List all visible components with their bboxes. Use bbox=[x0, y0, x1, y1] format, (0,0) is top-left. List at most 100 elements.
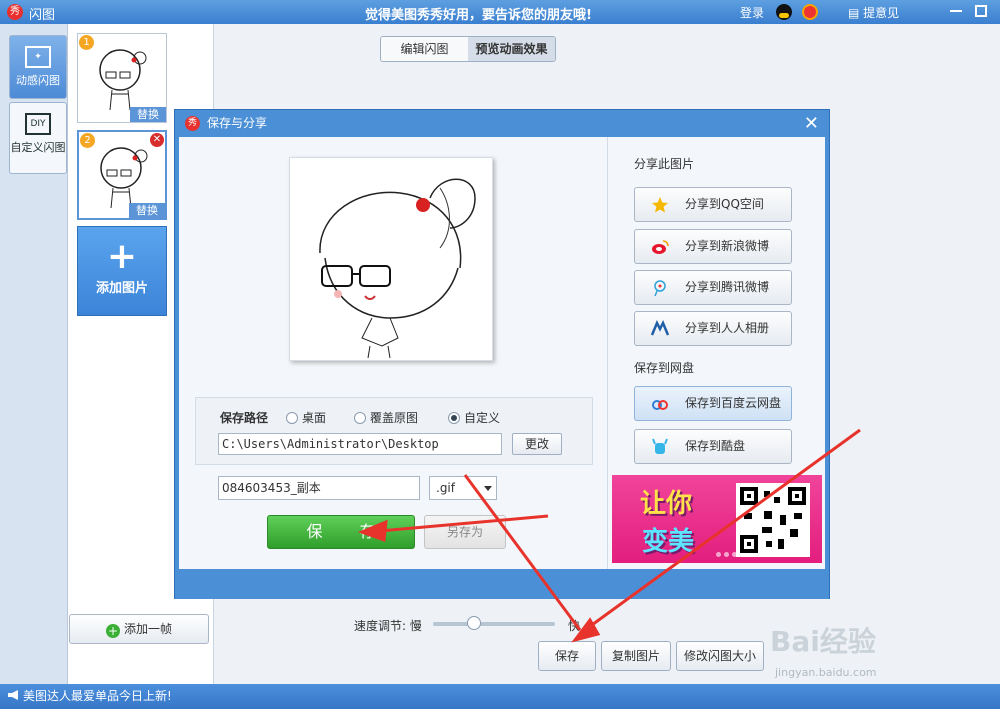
save-path-input[interactable]: C:\Users\Administrator\Desktop bbox=[218, 433, 502, 455]
radio-desktop-label: 桌面 bbox=[302, 411, 327, 425]
title-bar: 秀 闪图 觉得美图秀秀好用，要告诉您的朋友哦! 登录 ▤ 提意见 bbox=[0, 0, 1000, 24]
feedback-link[interactable]: ▤ 提意见 bbox=[848, 4, 899, 21]
tab-dynamic-flash[interactable]: ✦ 动感闪图 bbox=[9, 35, 67, 99]
baidu-cloud-icon bbox=[652, 400, 668, 410]
add-picture-button[interactable]: + 添加图片 bbox=[77, 226, 167, 316]
minimize-button[interactable] bbox=[950, 10, 962, 12]
share-tencent-weibo-label: 分享到腾讯微博 bbox=[685, 280, 770, 294]
speed-slow-label: 慢 bbox=[409, 619, 422, 633]
mode-tabs: ✦ 动感闪图 DIY 自定义闪图 bbox=[0, 24, 68, 684]
carousel-dots[interactable] bbox=[716, 546, 740, 560]
promo-banner[interactable]: 让你 变美 bbox=[612, 475, 822, 563]
speed-label: 速度调节: 慢 bbox=[354, 617, 422, 634]
filename-input[interactable]: 084603453_副本 bbox=[218, 476, 420, 500]
share-renren-button[interactable]: 分享到人人相册 bbox=[634, 311, 792, 346]
promo-line1: 让你 bbox=[640, 489, 693, 519]
radio-custom[interactable]: 自定义 bbox=[448, 409, 500, 426]
save-baidu-cloud-label: 保存到百度云网盘 bbox=[685, 396, 782, 410]
speed-slider-handle[interactable] bbox=[467, 616, 481, 630]
dialog-title: 保存与分享 bbox=[207, 116, 268, 130]
radio-off-icon bbox=[286, 412, 298, 424]
dialog-footer bbox=[175, 569, 829, 599]
speed-slider-track[interactable] bbox=[433, 622, 555, 626]
plus-icon: + bbox=[106, 236, 138, 277]
watermark-logo: Bai经验 bbox=[770, 625, 876, 658]
status-text: 美图达人最爱单品今日上新! bbox=[23, 689, 172, 703]
kupan-icon bbox=[652, 438, 668, 454]
view-switch: 编辑闪图 预览动画效果 bbox=[380, 36, 556, 62]
chevron-down-icon bbox=[484, 486, 492, 491]
login-link[interactable]: 登录 bbox=[740, 4, 764, 21]
tab-custom-flash-label: 自定义闪图 bbox=[10, 141, 66, 154]
change-path-button[interactable]: 更改 bbox=[512, 433, 562, 455]
renren-icon bbox=[651, 320, 669, 336]
qzone-star-icon bbox=[652, 197, 668, 213]
watermark-url: jingyan.baidu.com bbox=[775, 666, 877, 679]
maximize-button[interactable] bbox=[975, 5, 987, 17]
radio-overwrite-label: 覆盖原图 bbox=[370, 411, 419, 425]
radio-custom-label: 自定义 bbox=[464, 411, 501, 425]
dialog-save-button[interactable]: 保 存 bbox=[267, 515, 415, 549]
radio-on-icon bbox=[448, 412, 460, 424]
frame-thumbnail[interactable]: 1 替换 bbox=[77, 33, 167, 123]
share-tencent-weibo-button[interactable]: 分享到腾讯微博 bbox=[634, 270, 792, 305]
share-qzone-label: 分享到QQ空间 bbox=[685, 197, 764, 211]
sina-weibo-icon bbox=[652, 240, 669, 254]
share-sina-weibo-button[interactable]: 分享到新浪微博 bbox=[634, 229, 792, 264]
radio-off-icon bbox=[354, 412, 366, 424]
save-as-button[interactable]: 另存为 bbox=[424, 515, 506, 549]
status-bar: 美图达人最爱单品今日上新! bbox=[0, 684, 1000, 709]
chat-icon: ▤ bbox=[848, 6, 864, 20]
add-frame-label: 添加一帧 bbox=[123, 622, 172, 636]
save-kupan-button[interactable]: 保存到酷盘 bbox=[634, 429, 792, 464]
frame-thumbnail-selected[interactable]: 2 ✕ 替换 bbox=[77, 130, 167, 220]
tab-edit-flash[interactable]: 编辑闪图 bbox=[381, 37, 468, 61]
tab-preview-animation[interactable]: 预览动画效果 bbox=[468, 37, 555, 61]
qq-icon[interactable] bbox=[776, 4, 792, 20]
delete-frame-icon[interactable]: ✕ bbox=[150, 133, 164, 147]
speed-label-text: 速度调节: bbox=[354, 619, 407, 633]
extension-value: .gif bbox=[436, 481, 455, 495]
speaker-icon bbox=[8, 690, 18, 700]
save-kupan-label: 保存到酷盘 bbox=[685, 439, 746, 453]
close-icon[interactable]: ✕ bbox=[804, 113, 819, 134]
share-renren-label: 分享到人人相册 bbox=[685, 321, 770, 335]
app-logo-icon: 秀 bbox=[7, 4, 23, 20]
slogan-text: 觉得美图秀秀好用，要告诉您的朋友哦! bbox=[365, 8, 592, 23]
app-title: 闪图 bbox=[29, 8, 56, 23]
green-plus-icon: + bbox=[105, 624, 120, 638]
tab-dynamic-flash-label: 动感闪图 bbox=[16, 74, 60, 87]
tencent-weibo-icon bbox=[654, 280, 666, 297]
save-path-label: 保存路径 bbox=[220, 411, 269, 425]
sparkle-frame-icon: ✦ bbox=[25, 46, 51, 68]
copy-image-button[interactable]: 复制图片 bbox=[601, 641, 671, 671]
share-qzone-button[interactable]: 分享到QQ空间 bbox=[634, 187, 792, 222]
replace-button[interactable]: 替换 bbox=[129, 203, 165, 218]
share-section-title: 分享此图片 bbox=[634, 157, 695, 171]
dialog-body: 保存路径 桌面 覆盖原图 自定义 C:\Users\Administrator\… bbox=[179, 137, 825, 569]
save-path-group: 保存路径 桌面 覆盖原图 自定义 C:\Users\Administrator\… bbox=[195, 397, 593, 465]
frame-number-badge: 2 bbox=[80, 133, 95, 148]
feedback-label: 提意见 bbox=[863, 6, 900, 20]
tab-custom-flash[interactable]: DIY 自定义闪图 bbox=[9, 102, 67, 174]
extension-select[interactable]: .gif bbox=[429, 476, 497, 500]
weibo-icon[interactable] bbox=[802, 4, 818, 20]
cartoon-girl-preview bbox=[319, 178, 476, 359]
add-frame-button[interactable]: + 添加一帧 bbox=[69, 614, 209, 644]
frame-number-badge: 1 bbox=[79, 35, 94, 50]
share-panel: 分享此图片 分享到QQ空间 分享到新浪微博 分享到腾讯微博 分享到人人相册 保存… bbox=[607, 137, 825, 569]
image-preview bbox=[289, 157, 493, 361]
cloud-section-title: 保存到网盘 bbox=[634, 361, 695, 375]
diy-icon: DIY bbox=[25, 113, 51, 135]
speed-fast-label: 快 bbox=[568, 619, 581, 633]
qr-code-icon bbox=[736, 483, 810, 557]
save-button[interactable]: 保存 bbox=[538, 641, 596, 671]
save-share-dialog: 秀 保存与分享 ✕ 保存路径 桌面 覆盖原图 自定义 C:\Users\Admi… bbox=[174, 109, 830, 599]
promo-line2: 变美 bbox=[642, 527, 695, 557]
radio-desktop[interactable]: 桌面 bbox=[286, 409, 326, 426]
share-sina-weibo-label: 分享到新浪微博 bbox=[685, 239, 770, 253]
resize-flash-button[interactable]: 修改闪图大小 bbox=[676, 641, 764, 671]
radio-overwrite-original[interactable]: 覆盖原图 bbox=[354, 409, 418, 426]
replace-button[interactable]: 替换 bbox=[130, 107, 166, 122]
save-baidu-cloud-button[interactable]: 保存到百度云网盘 bbox=[634, 386, 792, 421]
